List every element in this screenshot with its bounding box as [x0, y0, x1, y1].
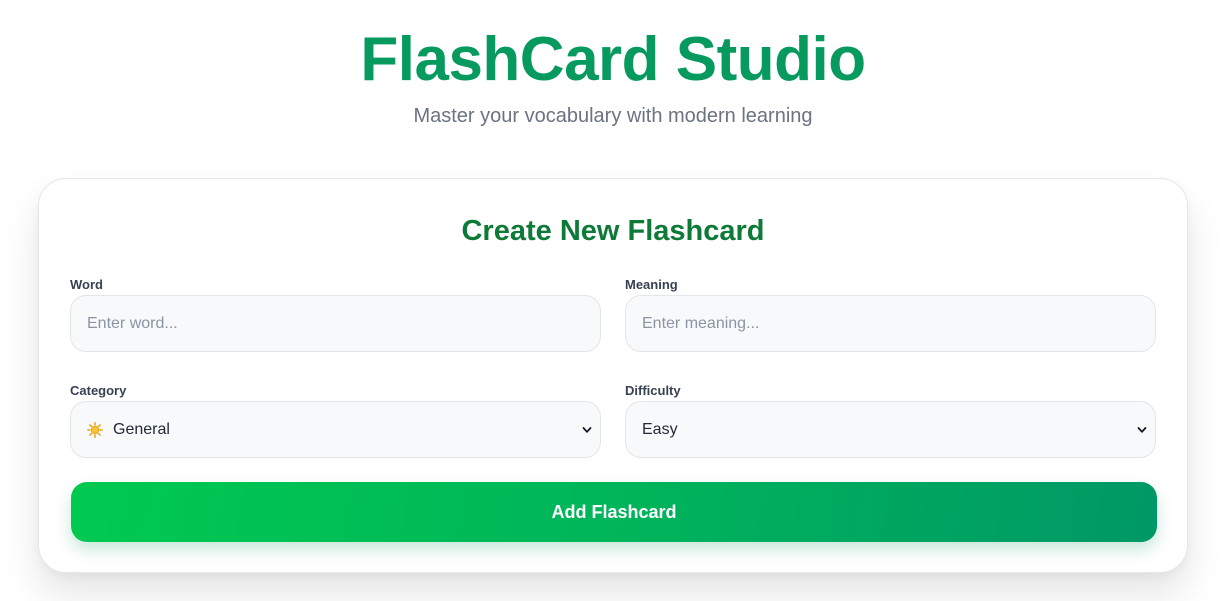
sun-icon	[87, 421, 103, 438]
chevron-down-icon	[1137, 426, 1147, 433]
chevron-down-icon	[582, 426, 592, 433]
add-flashcard-button[interactable]: Add Flashcard	[71, 482, 1157, 542]
category-label: Category	[70, 383, 127, 398]
difficulty-selected-value: Easy	[642, 420, 678, 438]
app-subtitle: Master your vocabulary with modern learn…	[413, 105, 813, 127]
meaning-label: Meaning	[625, 277, 678, 292]
word-input[interactable]	[70, 295, 601, 352]
app-title: FlashCard Studio	[360, 25, 866, 94]
difficulty-label: Difficulty	[625, 383, 681, 398]
category-selected-value: General	[113, 420, 170, 438]
create-flashcard-card: Create New Flashcard Word Meaning Catego…	[38, 178, 1188, 573]
meaning-input[interactable]	[625, 295, 1156, 352]
difficulty-select[interactable]: Easy	[625, 401, 1156, 458]
category-select[interactable]: General	[70, 401, 601, 458]
card-title: Create New Flashcard	[461, 215, 765, 247]
word-label: Word	[70, 277, 103, 292]
